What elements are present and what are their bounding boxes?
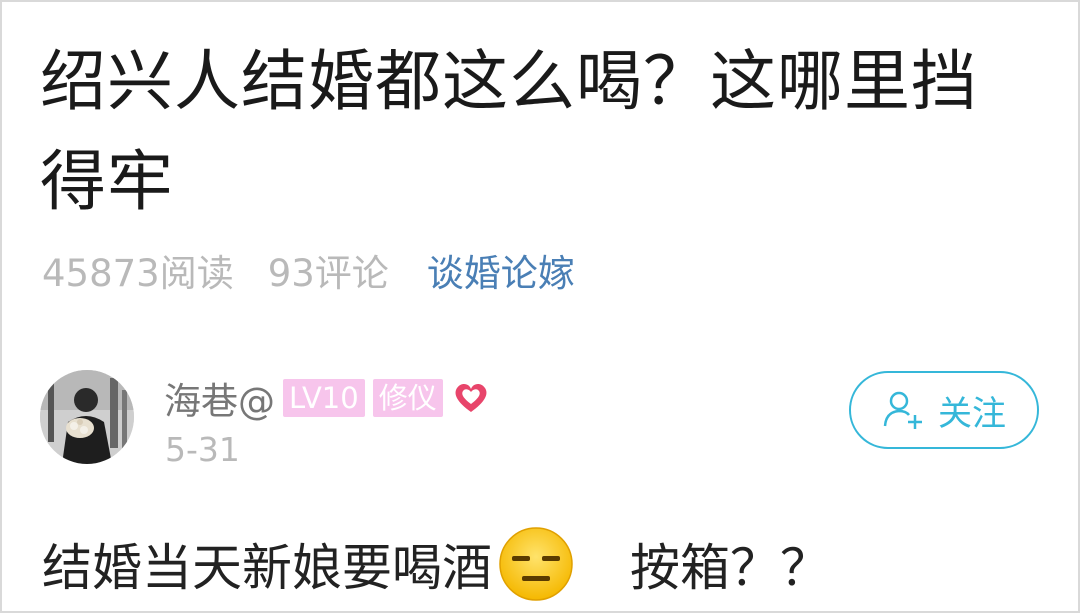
follow-button[interactable]: 关注 [849,371,1039,449]
category-link[interactable]: 谈婚论嫁 [427,243,575,297]
author-name[interactable]: 海巷@ [164,371,275,425]
post-card: 绍兴人结婚都这么喝？这哪里挡得牢 45873阅读 93评论 谈婚论嫁 海巷@ L… [0,0,1080,613]
level-badge: LV10 [283,379,365,417]
avatar[interactable] [40,370,134,464]
read-count: 45873阅读 [42,252,234,295]
add-user-icon [882,388,926,432]
expressionless-face-icon [496,524,576,604]
role-badge: 修仪 [372,379,443,417]
body-text: 结婚当天新娘要喝酒 [42,539,492,597]
post-title: 绍兴人结婚都这么喝？这哪里挡得牢 [40,43,978,220]
comment-count[interactable]: 93评论 [268,243,389,297]
heart-icon [451,378,491,418]
body-text-after: 按箱？？ [630,539,830,597]
post-body: 结婚当天新娘要喝酒 按箱？？ [42,524,830,604]
author-line: 海巷@ LV10 修仪 [164,371,491,425]
post-meta: 45873阅读 93评论 谈婚论嫁 [42,242,575,298]
follow-label: 关注 [938,393,1006,434]
post-date: 5-31 [165,430,240,469]
